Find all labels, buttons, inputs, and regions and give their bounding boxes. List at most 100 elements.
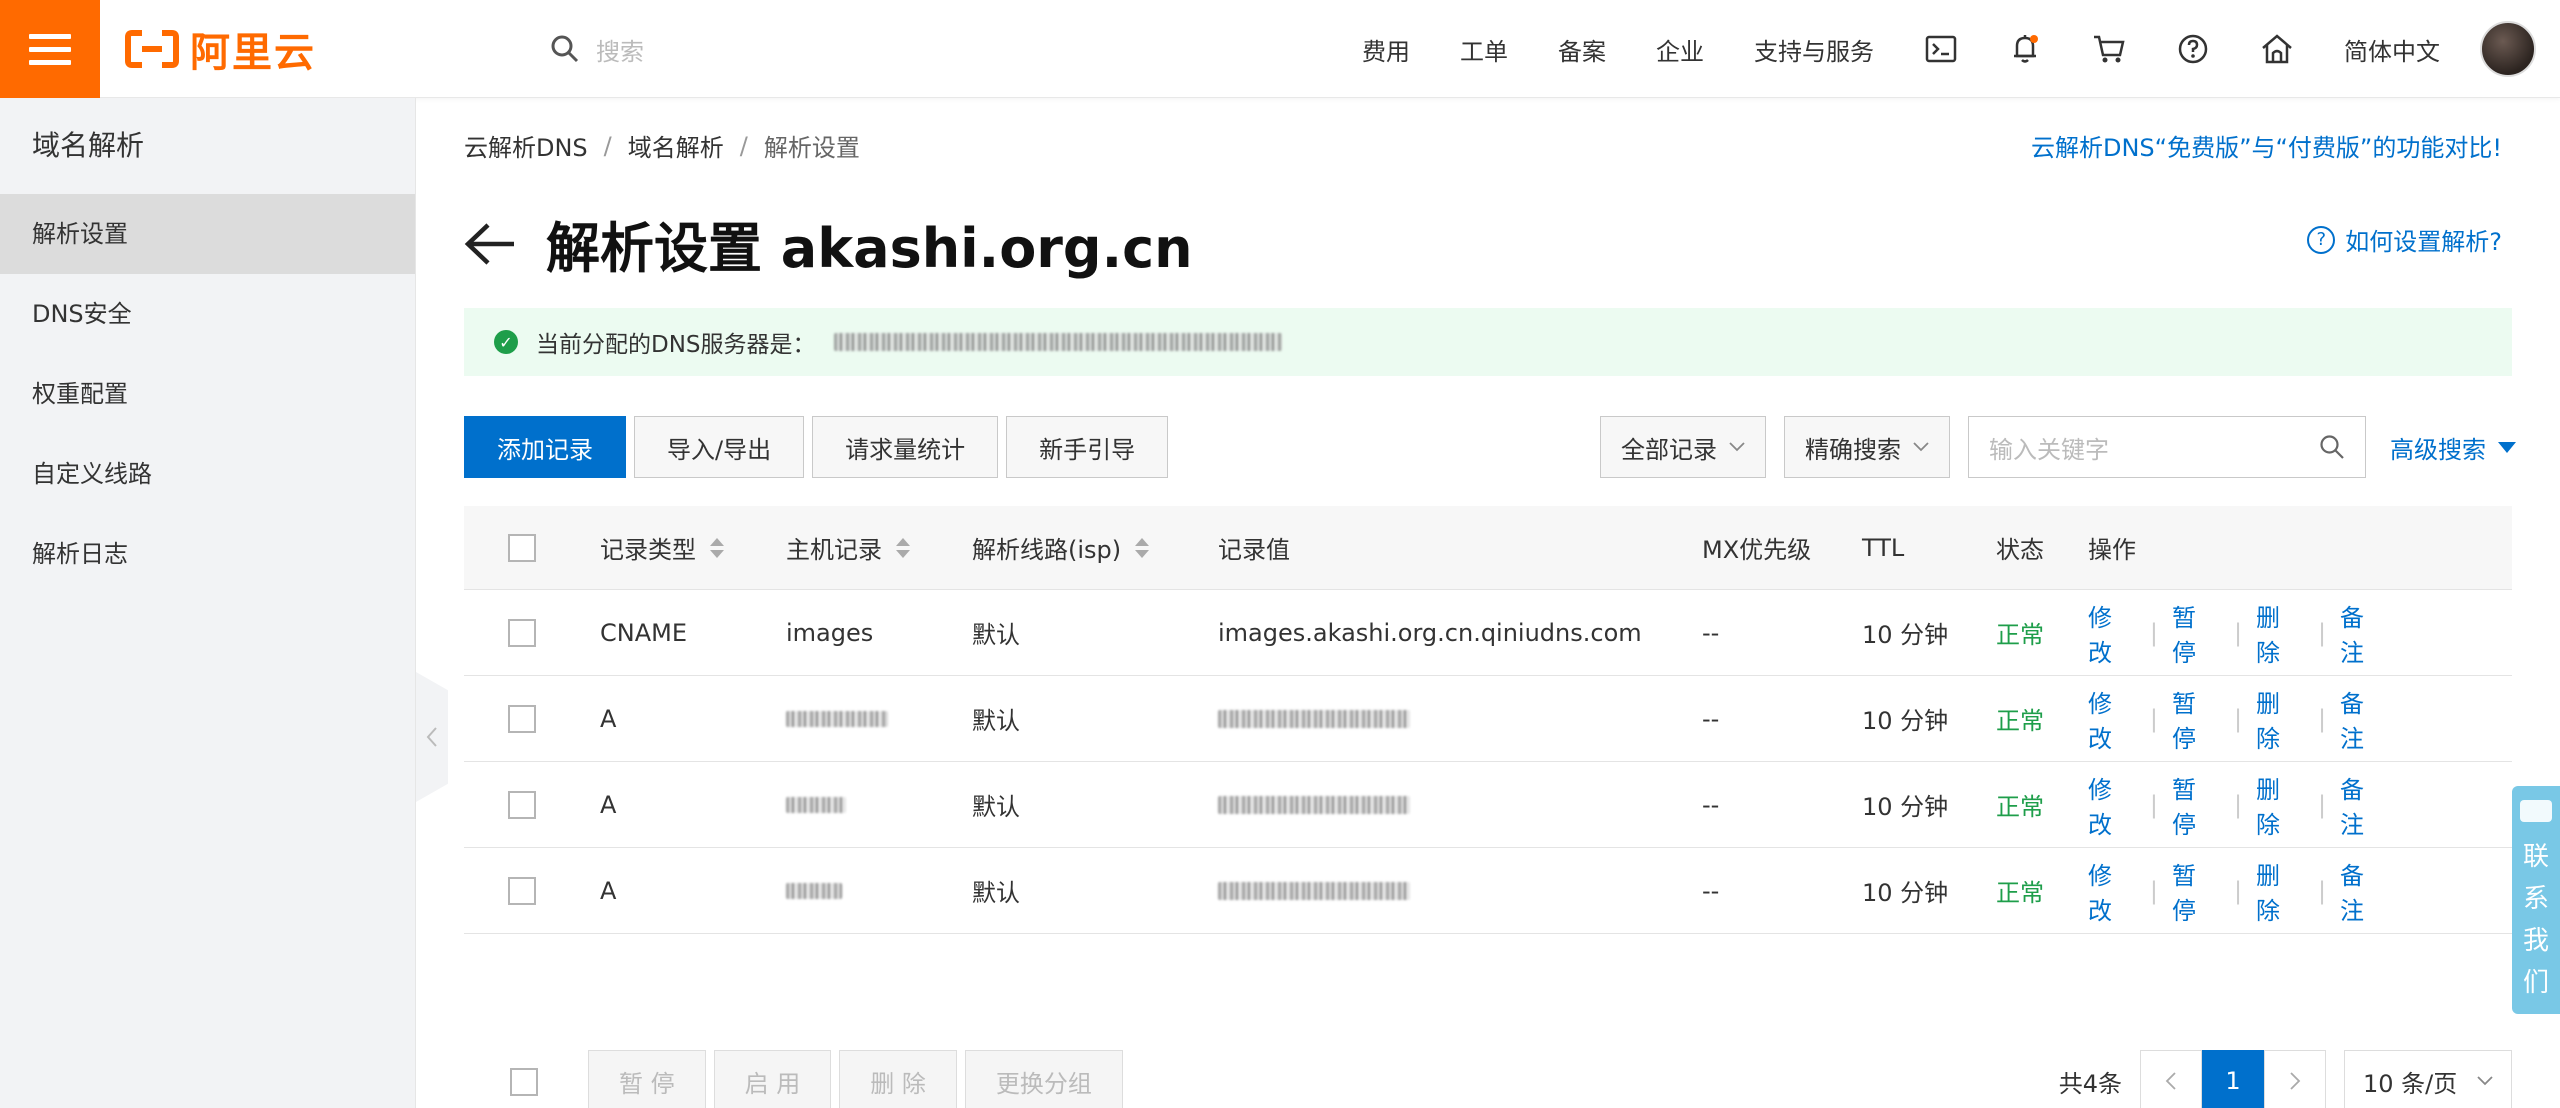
home-icon[interactable] [2260,32,2294,66]
record-scope-select[interactable]: 全部记录 [1600,416,1766,478]
sidebar-item-custom-lines[interactable]: 自定义线路 [0,434,415,514]
note-record-link[interactable]: 备注 [2340,856,2388,926]
bulk-pause-button[interactable]: 暂 停 [588,1050,706,1108]
col-line[interactable]: 解析线路(isp) [972,530,1218,565]
sidebar-item-dns-logs[interactable]: 解析日志 [0,514,415,594]
check-circle-icon: ✓ [494,330,518,354]
edit-record-link[interactable]: 修改 [2088,684,2136,754]
bulk-delete-button[interactable]: 删 除 [839,1050,957,1108]
pause-record-link[interactable]: 暂停 [2172,770,2220,840]
global-search[interactable]: 搜索 [550,28,644,70]
record-host-redacted [786,882,972,899]
import-export-button[interactable]: 导入/导出 [634,416,805,478]
sort-icon[interactable] [1135,537,1150,558]
delete-record-link[interactable]: 删除 [2256,856,2304,926]
menu-bar-icon [29,33,71,39]
nav-enterprise[interactable]: 企业 [1656,32,1704,67]
sort-icon[interactable] [710,537,724,558]
hamburger-menu-button[interactable] [0,0,100,98]
bulk-actions: 暂 停 启 用 删 除 更换分组 [588,1050,1123,1108]
row-checkbox[interactable] [508,618,536,647]
record-ttl: 10 分钟 [1862,707,1949,735]
page-size-select[interactable]: 10 条/页 [2344,1050,2512,1108]
delete-record-link[interactable]: 删除 [2256,684,2304,754]
user-avatar[interactable] [2480,21,2536,77]
plan-compare-link[interactable]: 云解析DNS“免费版”与“付费版”的功能对比! [2031,128,2502,163]
footer-select-all-checkbox[interactable] [510,1068,538,1096]
nav-support[interactable]: 支持与服务 [1754,32,1874,67]
how-to-set-dns-link[interactable]: ? 如何设置解析? [2307,222,2502,257]
sidebar-item-weight-config[interactable]: 权重配置 [0,354,415,434]
nav-tickets[interactable]: 工单 [1460,32,1508,67]
bell-icon[interactable] [2008,32,2042,66]
breadcrumb-item-current: 解析设置 [763,134,860,162]
aliyun-logo[interactable]: 阿里云 [124,24,316,76]
col-record-type[interactable]: 记录类型 [600,530,786,565]
bulk-enable-button[interactable]: 启 用 [713,1050,832,1108]
delete-record-link[interactable]: 删除 [2256,598,2304,668]
record-value-redacted [1218,795,1702,814]
row-checkbox[interactable] [508,876,536,905]
table-row: A 默认 -- 10 分钟 正常 修改 | 暂停 | 删除 | 备注 [464,762,2512,848]
sidebar-item-dns-security[interactable]: DNS安全 [0,274,415,354]
contact-char: 联 [2522,842,2549,872]
search-placeholder: 搜索 [596,37,644,66]
prev-page-button[interactable] [2140,1050,2202,1108]
note-record-link[interactable]: 备注 [2340,598,2388,668]
record-status: 正常 [1996,879,2044,907]
select-all-checkbox[interactable] [508,533,536,562]
contact-us-float-button[interactable]: 联 系 我 们 [2512,786,2560,1014]
sidebar-title: 域名解析 [32,129,145,162]
terminal-icon[interactable] [1924,32,1958,66]
page-number-button[interactable]: 1 [2202,1050,2264,1108]
nav-billing[interactable]: 费用 [1362,32,1410,67]
contact-char: 系 [2522,884,2549,914]
next-page-button[interactable] [2264,1050,2326,1108]
search-icon[interactable] [2319,434,2345,460]
col-ops: 操作 [2088,536,2136,564]
sort-icon[interactable] [896,537,910,558]
pause-record-link[interactable]: 暂停 [2172,856,2220,926]
note-record-link[interactable]: 备注 [2340,684,2388,754]
row-checkbox[interactable] [508,790,536,819]
pause-record-link[interactable]: 暂停 [2172,598,2220,668]
breadcrumb-item-cloud-dns[interactable]: 云解析DNS [464,128,588,163]
advanced-search-toggle[interactable]: 高级搜索 [2390,430,2516,465]
divider: | [2233,790,2243,819]
request-stats-button[interactable]: 请求量统计 [812,416,999,478]
edit-record-link[interactable]: 修改 [2088,770,2136,840]
edit-record-link[interactable]: 修改 [2088,856,2136,926]
record-actions: 修改 | 暂停 | 删除 | 备注 [2088,856,2388,926]
advanced-search-label: 高级搜索 [2390,435,2486,464]
beginner-guide-button[interactable]: 新手引导 [1006,416,1169,478]
help-icon[interactable] [2176,32,2210,66]
redacted-text [786,796,846,813]
breadcrumb-item-domain-dns[interactable]: 域名解析 [628,128,724,163]
record-ttl: 10 分钟 [1862,621,1949,649]
back-arrow-icon[interactable] [464,222,516,266]
record-host-redacted [786,710,972,727]
search-mode-select[interactable]: 精确搜索 [1784,416,1950,478]
col-mx: MX优先级 [1702,536,1812,564]
divider: | [2149,618,2159,647]
redacted-text [1218,795,1410,814]
keyword-input[interactable]: 输入关键字 [1968,416,2366,478]
col-host[interactable]: 主机记录 [786,530,972,565]
add-record-button[interactable]: 添加记录 [464,416,626,478]
divider: | [2233,704,2243,733]
delete-record-link[interactable]: 删除 [2256,770,2304,840]
note-record-link[interactable]: 备注 [2340,770,2388,840]
record-type: A [600,704,617,733]
language-switch[interactable]: 简体中文 [2344,32,2440,67]
row-checkbox[interactable] [508,704,536,733]
col-status: 状态 [1996,536,2044,564]
table-row: A 默认 -- 10 分钟 正常 修改 | 暂停 | 删除 | 备注 [464,676,2512,762]
bulk-change-group-button[interactable]: 更换分组 [964,1050,1123,1108]
pause-record-link[interactable]: 暂停 [2172,684,2220,754]
sidebar-item-dns-settings[interactable]: 解析设置 [0,194,415,274]
pagination: 共4条 1 10 条/页 [2059,1050,2512,1108]
edit-record-link[interactable]: 修改 [2088,598,2136,668]
nav-icp-filing[interactable]: 备案 [1558,32,1606,67]
divider: | [2317,618,2327,647]
cart-icon[interactable] [2092,32,2126,66]
